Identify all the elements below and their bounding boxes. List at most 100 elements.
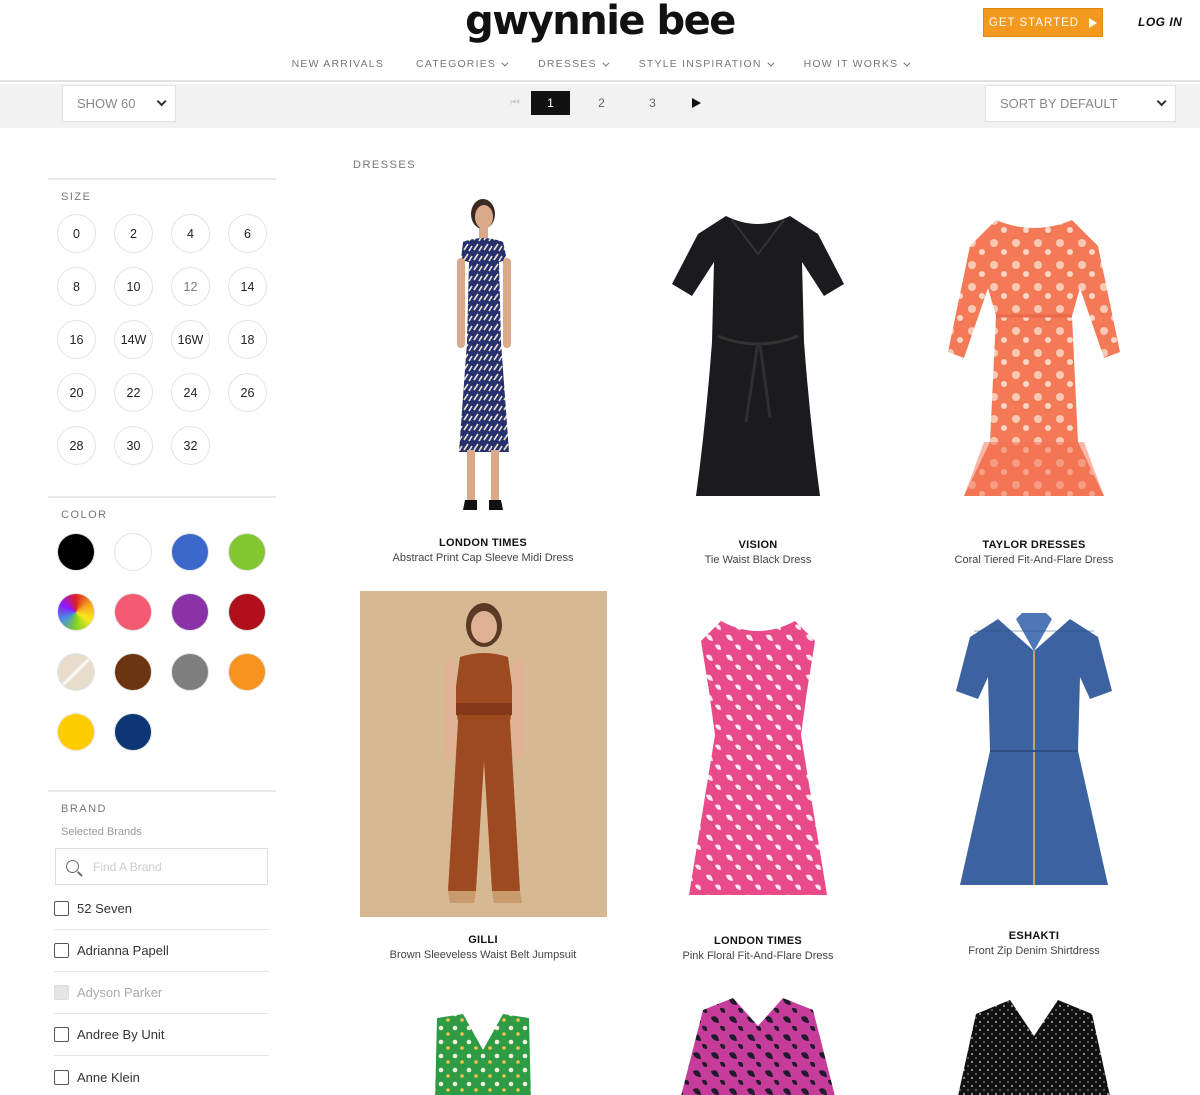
- product-card[interactable]: [904, 996, 1164, 1095]
- size-option[interactable]: 24: [171, 373, 210, 412]
- size-option[interactable]: 4: [171, 214, 210, 253]
- size-option[interactable]: 16W: [171, 320, 210, 359]
- color-swatch[interactable]: [228, 593, 266, 631]
- site-header: gwynnie bee GET STARTED LOG IN NEW ARRIV…: [0, 0, 1200, 82]
- product-brand: LONDON TIMES: [714, 935, 802, 947]
- product-card[interactable]: TAYLOR DRESSES Coral Tiered Fit-And-Flar…: [904, 192, 1164, 572]
- brand-option[interactable]: 52 Seven: [54, 888, 269, 930]
- show-count-select[interactable]: SHOW 60: [62, 85, 176, 122]
- product-card[interactable]: [353, 1010, 613, 1095]
- color-swatch[interactable]: [57, 713, 95, 751]
- product-image[interactable]: [423, 192, 543, 517]
- product-image[interactable]: [668, 192, 848, 512]
- filter-sidebar: SIZE 0 2 4 6 8 10 12 14 16 14W 16W 18 20…: [48, 178, 276, 1095]
- product-image[interactable]: [360, 591, 607, 917]
- product-card[interactable]: LONDON TIMES Abstract Print Cap Sleeve M…: [353, 192, 613, 572]
- product-card[interactable]: GILLI Brown Sleeveless Waist Belt Jumpsu…: [353, 591, 613, 971]
- size-filter: SIZE 0 2 4 6 8 10 12 14 16 14W 16W 18 20…: [48, 178, 276, 496]
- brand-checkbox[interactable]: [54, 1027, 69, 1042]
- color-filter: COLOR: [48, 496, 276, 790]
- size-option[interactable]: 32: [171, 426, 210, 465]
- product-card[interactable]: VISION Tie Waist Black Dress: [628, 192, 888, 572]
- brand-label: Adrianna Papell: [77, 943, 169, 958]
- size-filter-title: SIZE: [61, 191, 92, 203]
- product-brand: ESHAKTI: [1008, 930, 1060, 942]
- size-option[interactable]: 26: [228, 373, 267, 412]
- color-swatch[interactable]: [171, 593, 209, 631]
- product-name: Coral Tiered Fit-And-Flare Dress: [954, 554, 1114, 566]
- size-option[interactable]: 20: [57, 373, 96, 412]
- color-swatch[interactable]: [114, 533, 152, 571]
- color-swatch[interactable]: [114, 593, 152, 631]
- product-image[interactable]: [673, 996, 843, 1095]
- nav-categories[interactable]: CATEGORIES: [416, 58, 509, 70]
- color-swatch[interactable]: [57, 533, 95, 571]
- color-swatch[interactable]: [171, 533, 209, 571]
- product-image[interactable]: [423, 1010, 543, 1095]
- color-swatch[interactable]: [114, 713, 152, 751]
- size-option[interactable]: 8: [57, 267, 96, 306]
- nav-new-arrivals[interactable]: NEW ARRIVALS: [292, 58, 384, 70]
- size-option[interactable]: 16: [57, 320, 96, 359]
- nav-dresses[interactable]: DRESSES: [538, 58, 610, 70]
- get-started-button[interactable]: GET STARTED: [983, 8, 1103, 37]
- chevron-down-icon: [767, 59, 775, 67]
- first-page-icon[interactable]: ⏮: [505, 92, 525, 114]
- product-name: Pink Floral Fit-And-Flare Dress: [682, 950, 834, 962]
- page-2[interactable]: 2: [582, 91, 621, 115]
- size-option[interactable]: 28: [57, 426, 96, 465]
- color-swatch[interactable]: [228, 533, 266, 571]
- brand-search-input[interactable]: [93, 859, 253, 874]
- size-option[interactable]: 2: [114, 214, 153, 253]
- listing-toolbar: SHOW 60 ⏮ 1 2 3 SORT BY DEFAULT: [0, 84, 1200, 128]
- brand-option[interactable]: Anne Klein: [54, 1056, 269, 1095]
- size-option[interactable]: 18: [228, 320, 267, 359]
- color-swatch[interactable]: [228, 653, 266, 691]
- size-option[interactable]: 6: [228, 214, 267, 253]
- main-nav: NEW ARRIVALS CATEGORIES DRESSES STYLE IN…: [0, 58, 1200, 70]
- brand-option[interactable]: Andree By Unit: [54, 1014, 269, 1056]
- color-swatch[interactable]: [57, 653, 95, 691]
- get-started-label: GET STARTED: [988, 16, 1080, 29]
- brand-option[interactable]: Adrianna Papell: [54, 930, 269, 972]
- product-brand: TAYLOR DRESSES: [982, 539, 1086, 551]
- size-option[interactable]: 14: [228, 267, 267, 306]
- nav-how-it-works[interactable]: HOW IT WORKS: [803, 58, 911, 70]
- size-option[interactable]: 10: [114, 267, 153, 306]
- nav-label: DRESSES: [538, 58, 597, 70]
- size-option[interactable]: 22: [114, 373, 153, 412]
- color-swatch[interactable]: [57, 593, 95, 631]
- size-option[interactable]: 0: [57, 214, 96, 253]
- size-option[interactable]: 12: [171, 267, 210, 306]
- color-swatch[interactable]: [171, 653, 209, 691]
- product-image[interactable]: [954, 996, 1114, 1095]
- login-link[interactable]: LOG IN: [1138, 15, 1182, 29]
- page-3[interactable]: 3: [633, 91, 672, 115]
- product-image[interactable]: [954, 611, 1114, 896]
- brand-label: Andree By Unit: [77, 1027, 165, 1042]
- size-option[interactable]: 30: [114, 426, 153, 465]
- chevron-down-icon: [501, 59, 509, 67]
- brand-search[interactable]: [55, 848, 268, 885]
- product-card[interactable]: LONDON TIMES Pink Floral Fit-And-Flare D…: [628, 611, 888, 971]
- brand-checkbox[interactable]: [54, 901, 69, 916]
- sort-select[interactable]: SORT BY DEFAULT: [985, 85, 1176, 122]
- size-option[interactable]: 14W: [114, 320, 153, 359]
- nav-label: HOW IT WORKS: [803, 58, 899, 70]
- product-name: Brown Sleeveless Waist Belt Jumpsuit: [389, 949, 577, 961]
- product-image[interactable]: [683, 611, 833, 901]
- product-card[interactable]: [628, 996, 888, 1095]
- nav-style-inspiration[interactable]: STYLE INSPIRATION: [638, 58, 775, 70]
- color-swatch[interactable]: [114, 653, 152, 691]
- product-image[interactable]: [944, 192, 1124, 512]
- color-options: [48, 533, 276, 751]
- product-card[interactable]: ESHAKTI Front Zip Denim Shirtdress: [904, 611, 1164, 971]
- next-page-icon[interactable]: [692, 98, 701, 108]
- play-arrow-icon: [1089, 17, 1098, 28]
- nav-label: STYLE INSPIRATION: [638, 58, 762, 70]
- page-1[interactable]: 1: [531, 91, 570, 115]
- color-filter-title: COLOR: [61, 509, 108, 521]
- brand-checkbox[interactable]: [54, 943, 69, 958]
- product-name: Abstract Print Cap Sleeve Midi Dress: [392, 552, 574, 564]
- brand-checkbox[interactable]: [54, 1069, 69, 1085]
